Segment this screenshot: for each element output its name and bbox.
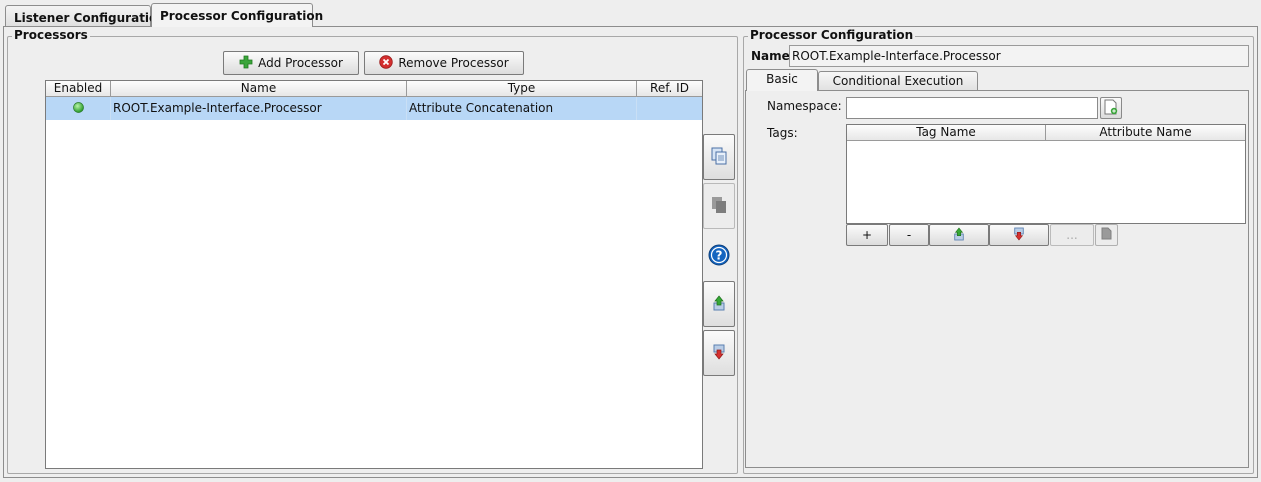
move-down-icon [1013,227,1025,244]
remove-processor-label: Remove Processor [398,56,509,70]
column-header-attribute-name[interactable]: Attribute Name [1046,125,1245,140]
add-tag-button[interactable]: + [846,224,888,246]
name-cell: ROOT.Example-Interface.Processor [111,97,407,120]
svg-text:?: ? [716,249,723,263]
move-up-button[interactable] [703,281,735,327]
tag-document-button[interactable] [1095,224,1118,246]
tags-table[interactable]: Tag Name Attribute Name [846,124,1246,224]
processors-group-title: Processors [12,28,90,42]
document-icon [1101,227,1112,243]
column-header-ref-id[interactable]: Ref. ID [637,81,702,96]
tags-table-header: Tag Name Attribute Name [847,125,1245,141]
copy-button[interactable] [703,134,735,180]
name-field[interactable]: ROOT.Example-Interface.Processor [789,45,1249,67]
column-header-name[interactable]: Name [111,81,407,96]
move-down-button[interactable] [703,330,735,376]
tag-ellipsis-button[interactable]: ... [1050,224,1094,246]
help-icon: ? [708,244,730,269]
ref-id-cell [637,97,702,120]
enabled-cell[interactable] [46,97,111,120]
remove-icon [379,54,394,72]
move-down-icon [712,344,726,363]
add-processor-button[interactable]: Add Processor [223,51,359,75]
help-button[interactable]: ? [708,244,730,266]
table-header: Enabled Name Type Ref. ID [46,81,702,97]
tag-move-down-button[interactable] [989,224,1049,246]
paste-button[interactable] [703,183,735,229]
remove-processor-button[interactable]: Remove Processor [364,51,524,75]
tag-move-up-button[interactable] [929,224,989,246]
paste-icon [711,196,727,217]
enabled-status-icon [72,98,84,120]
add-processor-label: Add Processor [258,56,343,70]
tab-conditional-execution[interactable]: Conditional Execution [818,71,978,91]
column-header-tag-name[interactable]: Tag Name [847,125,1046,140]
namespace-browse-button[interactable] [1100,97,1122,119]
new-document-icon [1104,99,1118,118]
tab-listener-configuration[interactable]: Listener Configuration [5,5,166,27]
move-up-icon [953,227,965,244]
tab-basic[interactable]: Basic [746,69,818,91]
processor-configuration-title: Processor Configuration [748,28,916,42]
processors-table[interactable]: Enabled Name Type Ref. ID ROOT.Example-I… [45,80,703,469]
column-header-enabled[interactable]: Enabled [46,81,111,96]
namespace-label: Namespace: [767,99,842,113]
tab-processor-configuration[interactable]: Processor Configuration [151,3,323,27]
copy-icon [711,147,727,168]
move-up-icon [712,294,726,314]
remove-tag-button[interactable]: - [889,224,929,246]
tags-label: Tags: [767,126,798,140]
table-row[interactable]: ROOT.Example-Interface.Processor Attribu… [46,97,702,120]
add-icon [239,55,253,72]
type-cell: Attribute Concatenation [407,97,637,120]
column-header-type[interactable]: Type [407,81,637,96]
namespace-input[interactable] [846,97,1098,119]
